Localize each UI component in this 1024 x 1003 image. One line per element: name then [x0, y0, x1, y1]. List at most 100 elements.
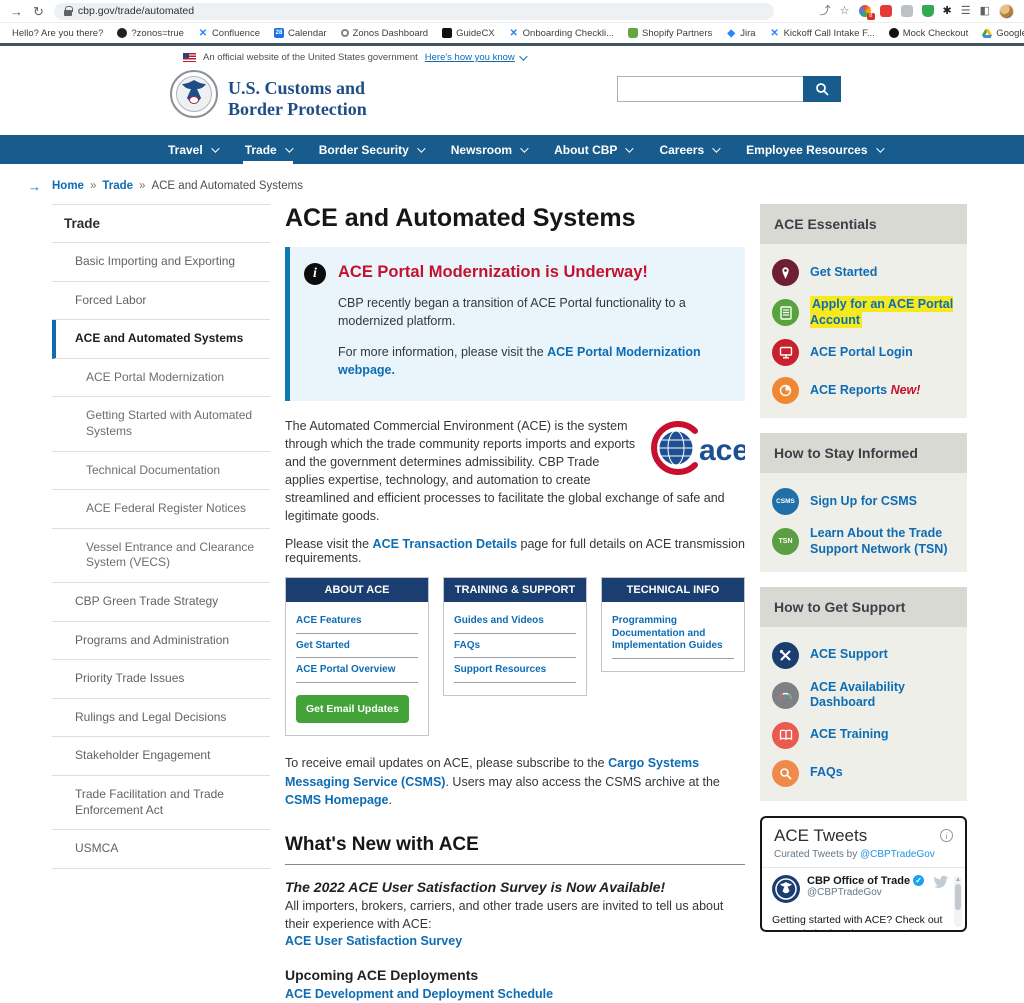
ace-features-link[interactable]: ACE Features — [296, 609, 418, 634]
sidebar-item-tftea[interactable]: Trade Facilitation and Trade Enforcement… — [52, 776, 270, 830]
twitter-bird-icon[interactable] — [933, 875, 949, 894]
nav-item-travel[interactable]: Travel — [154, 135, 231, 164]
bookmark-item[interactable]: Zonos Dashboard — [341, 28, 429, 39]
informed-tsn[interactable]: TSN Learn About the Trade Support Networ… — [772, 526, 955, 557]
sidebar-item-rulings-legal-decisions[interactable]: Rulings and Legal Decisions — [52, 699, 270, 738]
essentials-get-started[interactable]: Get Started — [772, 259, 955, 286]
get-started-link[interactable]: Get Started — [296, 634, 418, 659]
alert-body: For more information, please visit the A… — [338, 343, 729, 379]
stay-informed-box: How to Stay Informed CSMS Sign Up for CS… — [760, 433, 967, 571]
highlighted-link[interactable]: Apply for an ACE Portal Account — [810, 296, 953, 328]
nav-item-newsroom[interactable]: Newsroom — [437, 135, 540, 164]
sidebar-item-getting-started[interactable]: Getting Started with Automated Systems — [52, 397, 270, 451]
nav-item-employee-resources[interactable]: Employee Resources — [732, 135, 895, 164]
reload-icon[interactable]: ↻ — [33, 5, 44, 18]
faqs-link[interactable]: FAQs — [454, 634, 576, 659]
info-circle-icon[interactable]: i — [940, 829, 953, 842]
deployment-schedule-link[interactable]: ACE Development and Deployment Schedule — [285, 987, 553, 1001]
ace-portal-overview-link[interactable]: ACE Portal Overview — [296, 658, 418, 683]
support-availability-dashboard[interactable]: ACE Availability Dashboard — [772, 680, 955, 711]
monitor-icon — [772, 339, 799, 366]
sidebar-item-technical-documentation[interactable]: Technical Documentation — [52, 452, 270, 491]
support-resources-link[interactable]: Support Resources — [454, 658, 576, 683]
globe-icon — [117, 28, 127, 38]
reading-list-icon[interactable]: ☰ — [961, 6, 971, 17]
sidebar-item-stakeholder-engagement[interactable]: Stakeholder Engagement — [52, 737, 270, 776]
bookmark-item[interactable]: Hello? Are you there? — [12, 28, 103, 39]
bookmark-item[interactable]: Mock Checkout — [889, 28, 968, 39]
bookmark-item[interactable]: 28Calendar — [274, 28, 327, 39]
essentials-apply-portal-account[interactable]: Apply for an ACE Portal Account — [772, 297, 955, 328]
bookmark-star-icon[interactable]: ☆ — [840, 6, 850, 17]
bookmark-item[interactable]: Google Drive — [982, 28, 1024, 39]
agency-name[interactable]: U.S. Customs and Border Protection — [228, 78, 367, 119]
tweet-author[interactable]: CBP Office of Trade — [807, 875, 910, 887]
sidebar-item-federal-register-notices[interactable]: ACE Federal Register Notices — [52, 490, 270, 529]
ace-essentials-box: ACE Essentials Get Started Apply for an … — [760, 204, 967, 418]
sidebar-item-green-trade-strategy[interactable]: CBP Green Trade Strategy — [52, 583, 270, 622]
nav-item-about-cbp[interactable]: About CBP — [540, 135, 645, 164]
confluence-icon: ✕ — [509, 28, 519, 38]
nav-item-careers[interactable]: Careers — [645, 135, 732, 164]
bookmark-item[interactable]: ✕Onboarding Checkli... — [509, 28, 614, 39]
address-bar[interactable]: cbp.gov/trade/automated — [54, 3, 774, 20]
profile-avatar[interactable] — [999, 4, 1014, 19]
bookmark-item[interactable]: Shopify Partners — [628, 28, 712, 39]
book-icon — [772, 722, 799, 749]
breadcrumb-arrow-icon[interactable]: → — [28, 179, 41, 194]
curated-account-link[interactable]: @CBPTradeGov — [860, 849, 935, 860]
tweet-handle[interactable]: @CBPTradeGov — [807, 887, 926, 898]
sidebar-item-ace-automated-systems[interactable]: ACE and Automated Systems — [52, 320, 270, 359]
csms-homepage-link[interactable]: CSMS Homepage — [285, 793, 389, 807]
get-email-updates-button[interactable]: Get Email Updates — [296, 695, 409, 723]
programming-documentation-link[interactable]: Programming Documentation and Implementa… — [612, 609, 734, 659]
support-ace-training[interactable]: ACE Training — [772, 722, 955, 749]
extension-wheel-icon[interactable]: 8 — [859, 5, 871, 17]
extensions-puzzle-icon[interactable]: ✱ — [943, 6, 952, 17]
tweet-scrollbar[interactable]: ▲ — [954, 876, 962, 927]
document-icon — [772, 299, 799, 326]
sidebar-item-usmca[interactable]: USMCA — [52, 830, 270, 869]
survey-link[interactable]: ACE User Satisfaction Survey — [285, 934, 462, 948]
sidebar-item-basic-importing[interactable]: Basic Importing and Exporting — [52, 243, 270, 282]
breadcrumb-home[interactable]: Home — [52, 180, 84, 192]
forward-icon[interactable]: → — [10, 5, 23, 18]
tweet[interactable]: CBP Office of Trade✓ @CBPTradeGov Gettin… — [762, 868, 965, 932]
support-ace-support[interactable]: ACE Support — [772, 642, 955, 669]
bookmark-item[interactable]: ?zonos=true — [117, 28, 184, 39]
url-text[interactable]: cbp.gov/trade/automated — [78, 5, 194, 17]
box-header: TECHNICAL INFO — [602, 578, 744, 602]
sidebar-item-forced-labor[interactable]: Forced Labor — [52, 282, 270, 321]
tweet-avatar[interactable] — [772, 875, 800, 908]
search-input[interactable] — [617, 76, 803, 102]
support-faqs[interactable]: FAQs — [772, 760, 955, 787]
nav-item-trade[interactable]: Trade — [231, 135, 305, 164]
extension-red-icon[interactable] — [880, 5, 892, 17]
extension-shield-icon[interactable] — [922, 5, 934, 17]
survey-text: All importers, brokers, carriers, and ot… — [285, 898, 745, 951]
how-you-know-link[interactable]: Here's how you know — [425, 52, 525, 63]
share-icon[interactable]: ⤴ — [820, 6, 831, 17]
bookmark-item[interactable]: ✕Confluence — [198, 28, 260, 39]
lock-icon — [64, 6, 72, 16]
bookmark-item[interactable]: GuideCX — [442, 28, 495, 39]
guides-videos-link[interactable]: Guides and Videos — [454, 609, 576, 634]
sidebar-item-vecs[interactable]: Vessel Entrance and Clearance System (VE… — [52, 529, 270, 583]
extension-gray-icon[interactable] — [901, 5, 913, 17]
cbp-seal-logo[interactable] — [170, 70, 218, 123]
sidebar-item-priority-trade-issues[interactable]: Priority Trade Issues — [52, 660, 270, 699]
bookmark-item[interactable]: ✕Kickoff Call Intake F... — [770, 28, 875, 39]
essentials-ace-reports[interactable]: ACE Reports New! — [772, 377, 955, 404]
nav-item-border-security[interactable]: Border Security — [305, 135, 437, 164]
bookmark-item[interactable]: ◆Jira — [726, 28, 755, 39]
essentials-portal-login[interactable]: ACE Portal Login — [772, 339, 955, 366]
split-view-icon[interactable]: ◧ — [980, 6, 990, 17]
search-button[interactable] — [803, 76, 841, 102]
sidebar-item-programs-administration[interactable]: Programs and Administration — [52, 622, 270, 661]
ace-transaction-details-link[interactable]: ACE Transaction Details — [373, 537, 518, 551]
informed-sign-up-csms[interactable]: CSMS Sign Up for CSMS — [772, 488, 955, 515]
scrollbar-thumb[interactable] — [955, 884, 961, 910]
breadcrumb-trade[interactable]: Trade — [102, 180, 133, 192]
scroll-up-icon[interactable]: ▲ — [954, 876, 962, 884]
sidebar-item-ace-portal-modernization[interactable]: ACE Portal Modernization — [52, 359, 270, 398]
